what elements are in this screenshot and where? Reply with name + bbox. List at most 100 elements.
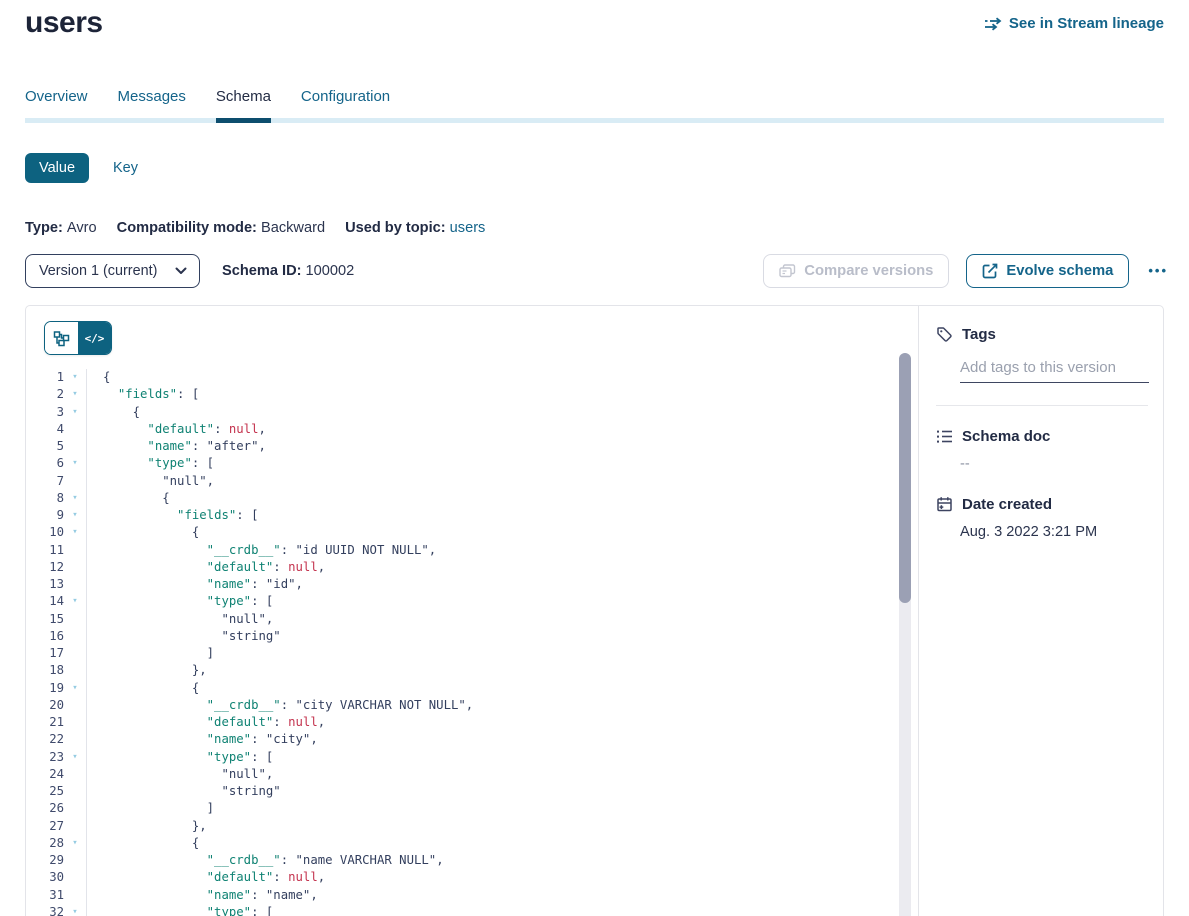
line-number: 29	[26, 852, 64, 869]
schema-content-box: </> 1▾{2▾ "fields": [3▾ {4 "default": nu…	[25, 305, 1164, 916]
evolve-schema-button[interactable]: Evolve schema	[966, 254, 1129, 288]
add-tags-input[interactable]	[960, 357, 1149, 383]
tab-overview[interactable]: Overview	[25, 88, 88, 118]
tab-messages[interactable]: Messages	[118, 88, 186, 118]
fold-spacer	[64, 714, 86, 731]
code-text: },	[86, 818, 207, 835]
code-text: "default": null,	[86, 559, 325, 576]
meta-label: Type:	[25, 220, 67, 236]
version-select[interactable]: Version 1 (current)	[25, 254, 200, 288]
more-options-button[interactable]: •••	[1146, 259, 1170, 282]
fold-toggle-icon[interactable]: ▾	[64, 904, 86, 916]
tab-configuration[interactable]: Configuration	[301, 88, 390, 118]
fold-toggle-icon[interactable]: ▾	[64, 404, 86, 421]
line-number: 20	[26, 697, 64, 714]
fold-toggle-icon[interactable]: ▾	[64, 507, 86, 524]
fold-spacer	[64, 576, 86, 593]
fold-spacer	[64, 645, 86, 662]
tab-bar: Overview Messages Schema Configuration	[25, 88, 1164, 123]
line-number: 5	[26, 438, 64, 455]
tags-title: Tags	[962, 326, 996, 343]
fold-spacer	[64, 869, 86, 886]
tree-view-icon	[53, 330, 70, 347]
line-number: 18	[26, 662, 64, 679]
line-number: 8	[26, 490, 64, 507]
code-line: 23▾ "type": [	[26, 749, 898, 766]
code-line: 30 "default": null,	[26, 869, 898, 886]
code-line: 22 "name": "city",	[26, 731, 898, 748]
version-select-value: Version 1 (current)	[39, 263, 157, 279]
fold-toggle-icon[interactable]: ▾	[64, 524, 86, 541]
code-text: "string"	[86, 628, 281, 645]
code-view-button[interactable]: </>	[78, 322, 111, 354]
schema-page: users See in Stream lineage Overview Mess…	[0, 0, 1189, 916]
fold-toggle-icon[interactable]: ▾	[64, 369, 86, 386]
tree-view-button[interactable]	[45, 322, 78, 354]
schema-doc-header: Schema doc	[936, 428, 1148, 445]
code-text: "default": null,	[86, 714, 325, 731]
stream-lineage-link[interactable]: See in Stream lineage	[984, 15, 1164, 32]
fold-toggle-icon[interactable]: ▾	[64, 490, 86, 507]
code-line: 14▾ "type": [	[26, 593, 898, 610]
fold-toggle-icon[interactable]: ▾	[64, 455, 86, 472]
line-number: 30	[26, 869, 64, 886]
line-number: 28	[26, 835, 64, 852]
evolve-schema-label: Evolve schema	[1006, 263, 1113, 279]
schema-id-label: Schema ID:	[222, 263, 301, 279]
stream-lineage-label: See in Stream lineage	[1009, 15, 1164, 32]
key-tab-button[interactable]: Key	[113, 160, 138, 176]
fold-spacer	[64, 542, 86, 559]
editor-scrollbar-thumb[interactable]	[899, 353, 911, 603]
line-number: 26	[26, 800, 64, 817]
code-line: 1▾{	[26, 369, 898, 386]
code-line: 27 },	[26, 818, 898, 835]
version-bar: Version 1 (current) Schema ID: 100002	[25, 253, 1170, 288]
editor-scrollbar-track[interactable]	[899, 353, 911, 916]
code-line: 28▾ {	[26, 835, 898, 852]
code-text: "default": null,	[86, 421, 266, 438]
fold-toggle-icon[interactable]: ▾	[64, 386, 86, 403]
fold-toggle-icon[interactable]: ▾	[64, 749, 86, 766]
code-text: "fields": [	[86, 507, 259, 524]
fold-spacer	[64, 818, 86, 835]
fold-spacer	[64, 662, 86, 679]
fold-toggle-icon[interactable]: ▾	[64, 593, 86, 610]
list-icon	[936, 429, 953, 444]
code-line: 4 "default": null,	[26, 421, 898, 438]
line-number: 27	[26, 818, 64, 835]
fold-spacer	[64, 421, 86, 438]
code-text: {	[86, 835, 199, 852]
tab-schema[interactable]: Schema	[216, 88, 271, 118]
code-text: "type": [	[86, 593, 273, 610]
code-text: "__crdb__": "city VARCHAR NOT NULL",	[86, 697, 473, 714]
code-text: {	[86, 680, 199, 697]
compare-versions-button[interactable]: Compare versions	[763, 254, 949, 288]
side-divider	[936, 405, 1148, 406]
code-line: 5 "name": "after",	[26, 438, 898, 455]
line-number: 3	[26, 404, 64, 421]
code-line: 3▾ {	[26, 404, 898, 421]
code-line: 25 "string"	[26, 783, 898, 800]
calendar-plus-icon	[936, 496, 953, 513]
code-text: "fields": [	[86, 386, 199, 403]
fold-toggle-icon[interactable]: ▾	[64, 835, 86, 852]
meta-topic-link[interactable]: users	[450, 220, 486, 236]
line-number: 12	[26, 559, 64, 576]
tag-icon	[936, 326, 953, 343]
line-number: 23	[26, 749, 64, 766]
value-tab-button[interactable]: Value	[25, 153, 89, 183]
code-text: "string"	[86, 783, 281, 800]
code-text: {	[86, 369, 110, 386]
line-number: 32	[26, 904, 64, 916]
code-text: "name": "id",	[86, 576, 303, 593]
code-line: 10▾ {	[26, 524, 898, 541]
code-line: 6▾ "type": [	[26, 455, 898, 472]
schema-doc-section: Schema doc --	[936, 428, 1148, 472]
line-number: 10	[26, 524, 64, 541]
view-mode-toggle: </>	[44, 321, 112, 355]
fold-spacer	[64, 697, 86, 714]
line-number: 15	[26, 611, 64, 628]
code-line: 24 "null",	[26, 766, 898, 783]
fold-toggle-icon[interactable]: ▾	[64, 680, 86, 697]
meta-label: Used by topic:	[345, 220, 450, 236]
